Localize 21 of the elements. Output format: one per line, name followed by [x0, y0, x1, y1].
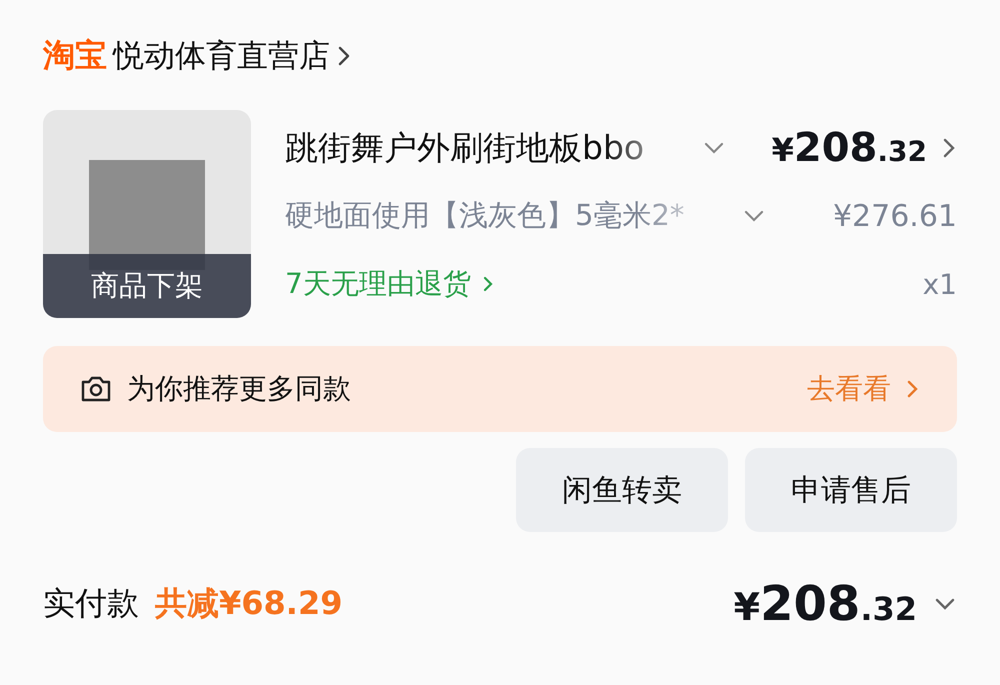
- action-button[interactable]: 申请售后: [745, 448, 957, 532]
- product-photo[interactable]: 商品下架: [43, 110, 251, 318]
- quantity: x1: [922, 268, 957, 300]
- chevron-down-icon[interactable]: [703, 141, 725, 155]
- chevron-down-icon[interactable]: [743, 209, 765, 223]
- chevron-right-icon[interactable]: [336, 44, 352, 68]
- product-spec[interactable]: 硬地面使用【浅灰色】5毫米2*: [285, 196, 725, 236]
- discount-text: 共减¥68.29: [155, 583, 342, 624]
- original-price: ¥276.61: [832, 198, 957, 234]
- total-label: 实付款: [43, 583, 139, 624]
- camera-icon: [79, 374, 113, 404]
- item-price: ¥208.32: [772, 125, 927, 171]
- unavailable-badge: 商品下架: [43, 254, 251, 318]
- total-price: ¥208.32: [734, 576, 917, 632]
- chevron-right-icon[interactable]: [941, 136, 957, 160]
- recommend-text: 为你推荐更多同款: [127, 371, 352, 407]
- brand-logo: 淘宝: [43, 35, 107, 76]
- action-button[interactable]: 闲鱼转卖: [516, 448, 728, 532]
- chevron-down-icon[interactable]: [933, 596, 957, 612]
- shop-name[interactable]: 悦动体育直营店: [113, 35, 330, 77]
- product-title[interactable]: 跳街舞户外刷街地板bbo: [285, 126, 685, 170]
